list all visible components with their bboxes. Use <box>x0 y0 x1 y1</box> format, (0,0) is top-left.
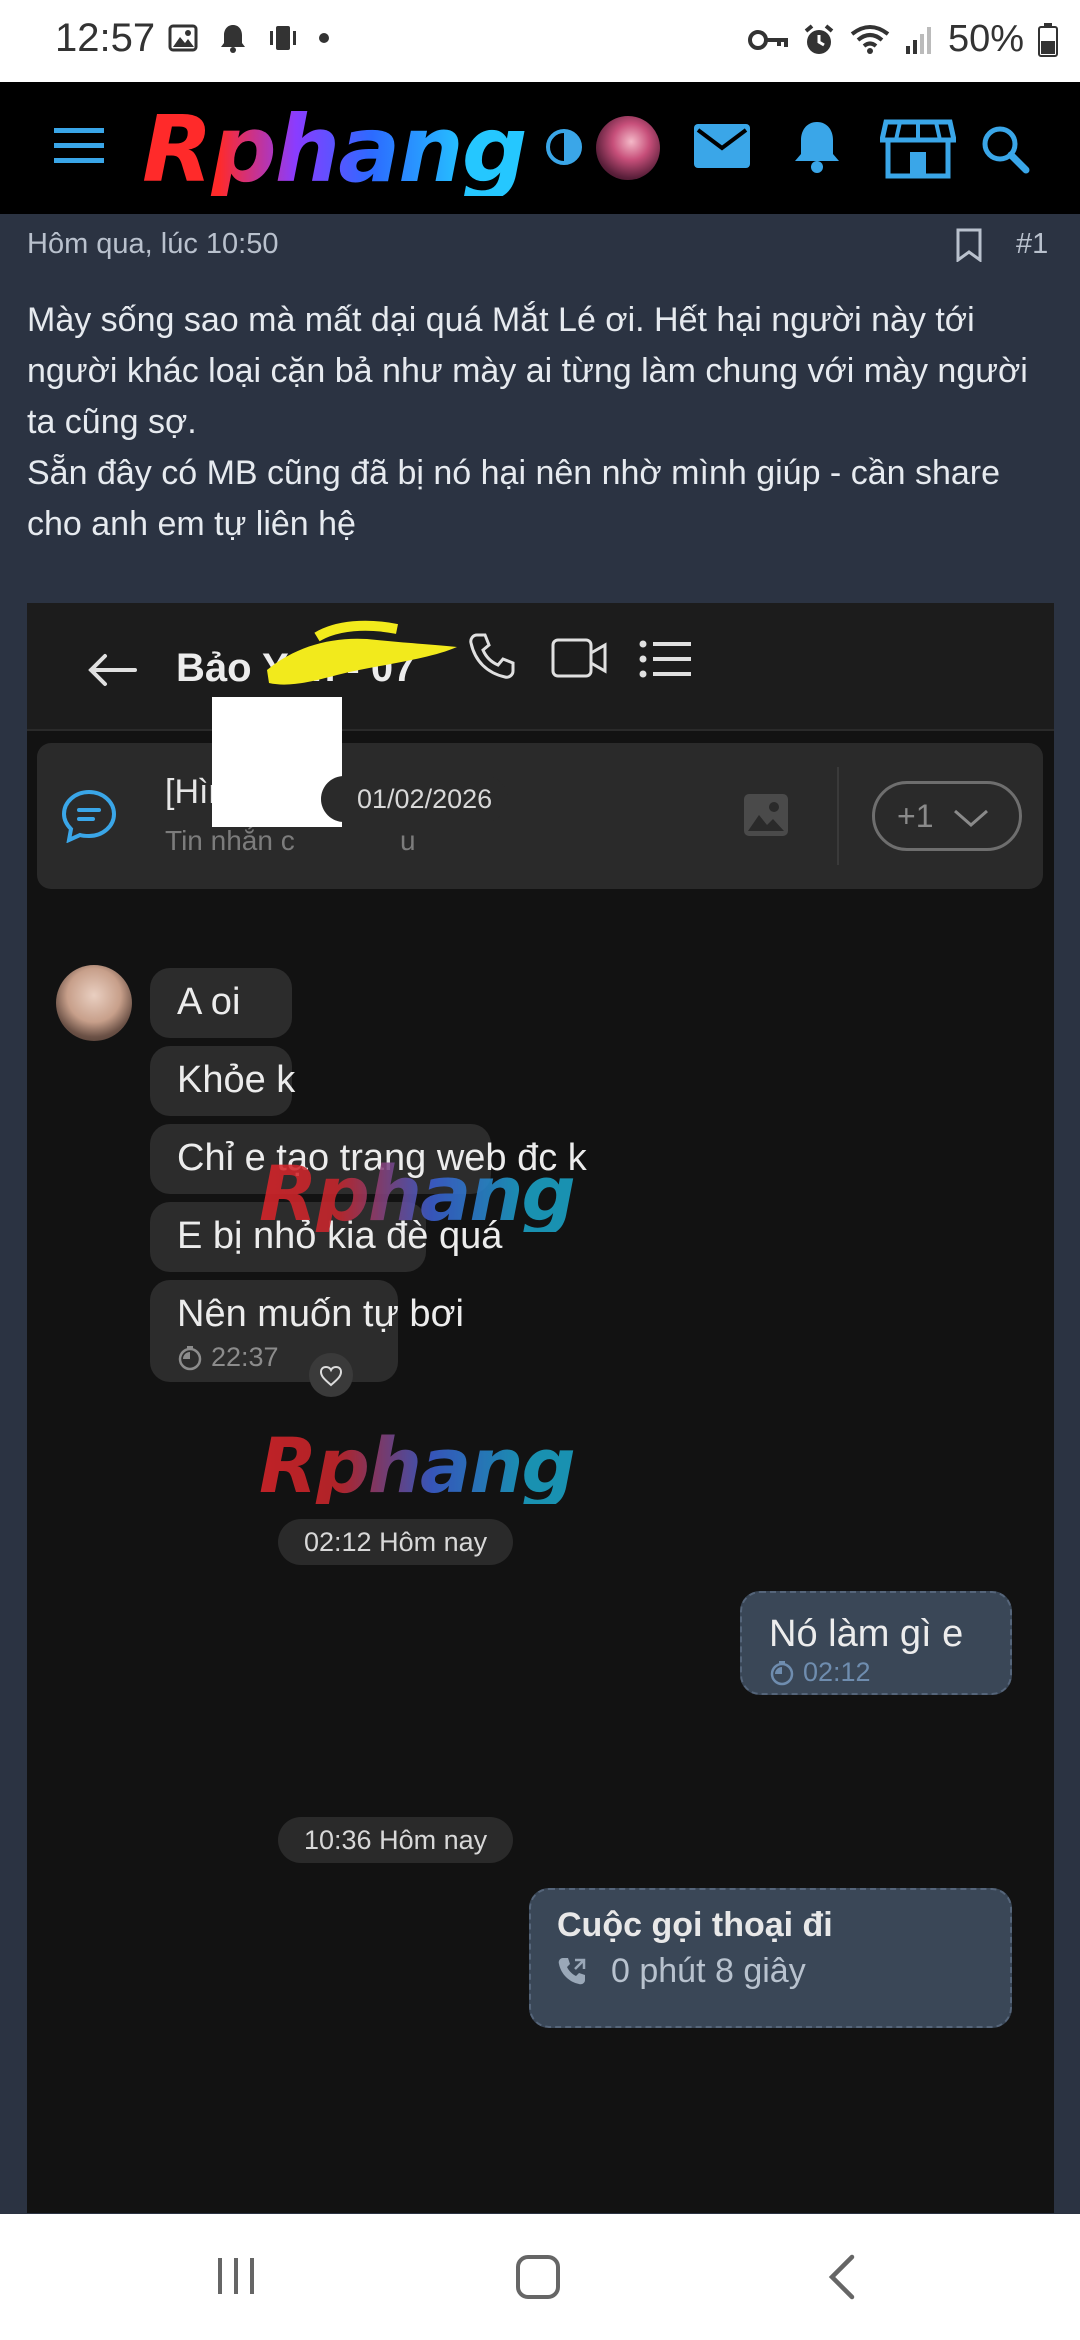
post-body: Mày sống sao mà mất dại quá Mắt Lé ơi. H… <box>27 295 1052 550</box>
list-menu-icon <box>639 640 691 678</box>
outgoing-call-icon <box>558 1958 586 1985</box>
vibrate-icon <box>270 26 296 50</box>
app-header: Rphang <box>0 82 1080 214</box>
status-notification-icons <box>168 22 330 54</box>
back-arrow-icon <box>88 654 137 686</box>
pinned-message-bar: [Hình ảnh Tin nhắn c u +1 <box>37 743 1043 889</box>
pinned-subtitle-tail: u <box>400 825 416 856</box>
store-icon[interactable] <box>880 118 956 180</box>
chat-screenshot: Bảo Yến - 07 [Hình ảnh Tin nhắn c u +1 0… <box>27 603 1054 2213</box>
post-timestamp[interactable]: Hôm qua, lúc 10:50 <box>27 228 278 261</box>
outgoing-message: Nó làm gì e 02:12 <box>740 1591 1012 1695</box>
contact-avatar <box>56 965 132 1041</box>
message-time-text: 22:37 <box>211 1342 279 1372</box>
date-text: 10:36 Hôm nay <box>304 1825 488 1855</box>
pinned-count-pill: +1 <box>872 781 1022 851</box>
key-icon <box>747 29 788 50</box>
site-logo[interactable]: Rphang <box>142 104 528 196</box>
message-time-text: 02:12 <box>803 1657 871 1687</box>
bell-icon <box>221 25 245 53</box>
avatar[interactable] <box>596 116 660 180</box>
message-text: Khỏe k <box>177 1059 296 1101</box>
incoming-message: Khỏe k <box>150 1046 296 1116</box>
redaction-scribble <box>267 620 457 685</box>
video-call-icon <box>551 638 607 678</box>
contrast-icon[interactable] <box>545 128 583 166</box>
alarm-icon <box>804 23 834 54</box>
date-divider: 10:36 Hôm nay <box>278 1817 514 1863</box>
pinned-count: +1 <box>897 798 934 834</box>
chevron-down-icon <box>954 809 988 827</box>
date-text: 01/02/2026 <box>357 784 493 814</box>
pinned-divider <box>837 767 839 865</box>
message-text: Nó làm gì e <box>769 1613 964 1655</box>
chat-header: Bảo Yến - 07 <box>27 603 1054 731</box>
battery-icon <box>1038 22 1058 57</box>
post-number[interactable]: #1 <box>1016 228 1048 261</box>
back-icon[interactable] <box>826 2254 856 2300</box>
bookmark-icon[interactable] <box>955 228 983 262</box>
incoming-message: Nên muốn tự bơi 22:37 <box>150 1280 464 1382</box>
search-icon[interactable] <box>980 124 1030 174</box>
watermark: Rphang <box>259 1149 576 1238</box>
bell-icon[interactable] <box>790 118 844 174</box>
menu-icon[interactable] <box>54 126 104 166</box>
signal-icon <box>905 26 931 54</box>
call-duration: 0 phút 8 giây <box>611 1952 806 1990</box>
date-divider-top: 01/02/2026 <box>321 776 509 822</box>
chat-bubble-icon <box>61 789 117 843</box>
incoming-message: A oi <box>150 968 292 1038</box>
status-system-icons: 50% <box>747 18 1058 61</box>
watermark: Rphang <box>259 1421 576 1510</box>
message-time: 22:37 <box>177 1342 279 1373</box>
date-text: 02:12 Hôm nay <box>304 1527 488 1557</box>
call-title: Cuộc gọi thoại đi <box>557 1906 833 1944</box>
image-icon <box>744 794 788 836</box>
status-time: 12:57 <box>55 16 156 60</box>
dot-icon <box>319 33 329 43</box>
heart-icon <box>319 1365 343 1387</box>
battery-percent: 50% <box>947 18 1024 60</box>
image-icon <box>168 24 198 52</box>
message-text: Nên muốn tự bơi <box>177 1293 464 1335</box>
pinned-subtitle: Tin nhắn c <box>165 825 295 856</box>
post-paragraph: Sẵn đây có MB cũng đã bị nó hại nên nhờ … <box>27 454 1001 543</box>
message-time: 02:12 <box>769 1657 871 1688</box>
reaction-button <box>309 1353 353 1397</box>
outgoing-call: Cuộc gọi thoại đi 0 phút 8 giây <box>529 1888 1012 2028</box>
home-icon[interactable] <box>515 2254 561 2300</box>
wifi-icon <box>850 24 890 54</box>
timer-icon <box>178 1345 202 1370</box>
message-text: A oi <box>177 981 241 1023</box>
mail-icon[interactable] <box>694 124 750 168</box>
date-divider: 02:12 Hôm nay <box>278 1519 514 1565</box>
timer-icon <box>770 1660 794 1685</box>
post-paragraph: Mày sống sao mà mất dại quá Mắt Lé ơi. H… <box>27 301 1028 441</box>
recent-apps-icon[interactable] <box>215 2256 257 2296</box>
status-bar: 12:57 50% <box>0 0 1080 82</box>
system-nav-bar <box>0 2214 1080 2340</box>
phone-icon <box>469 633 515 679</box>
